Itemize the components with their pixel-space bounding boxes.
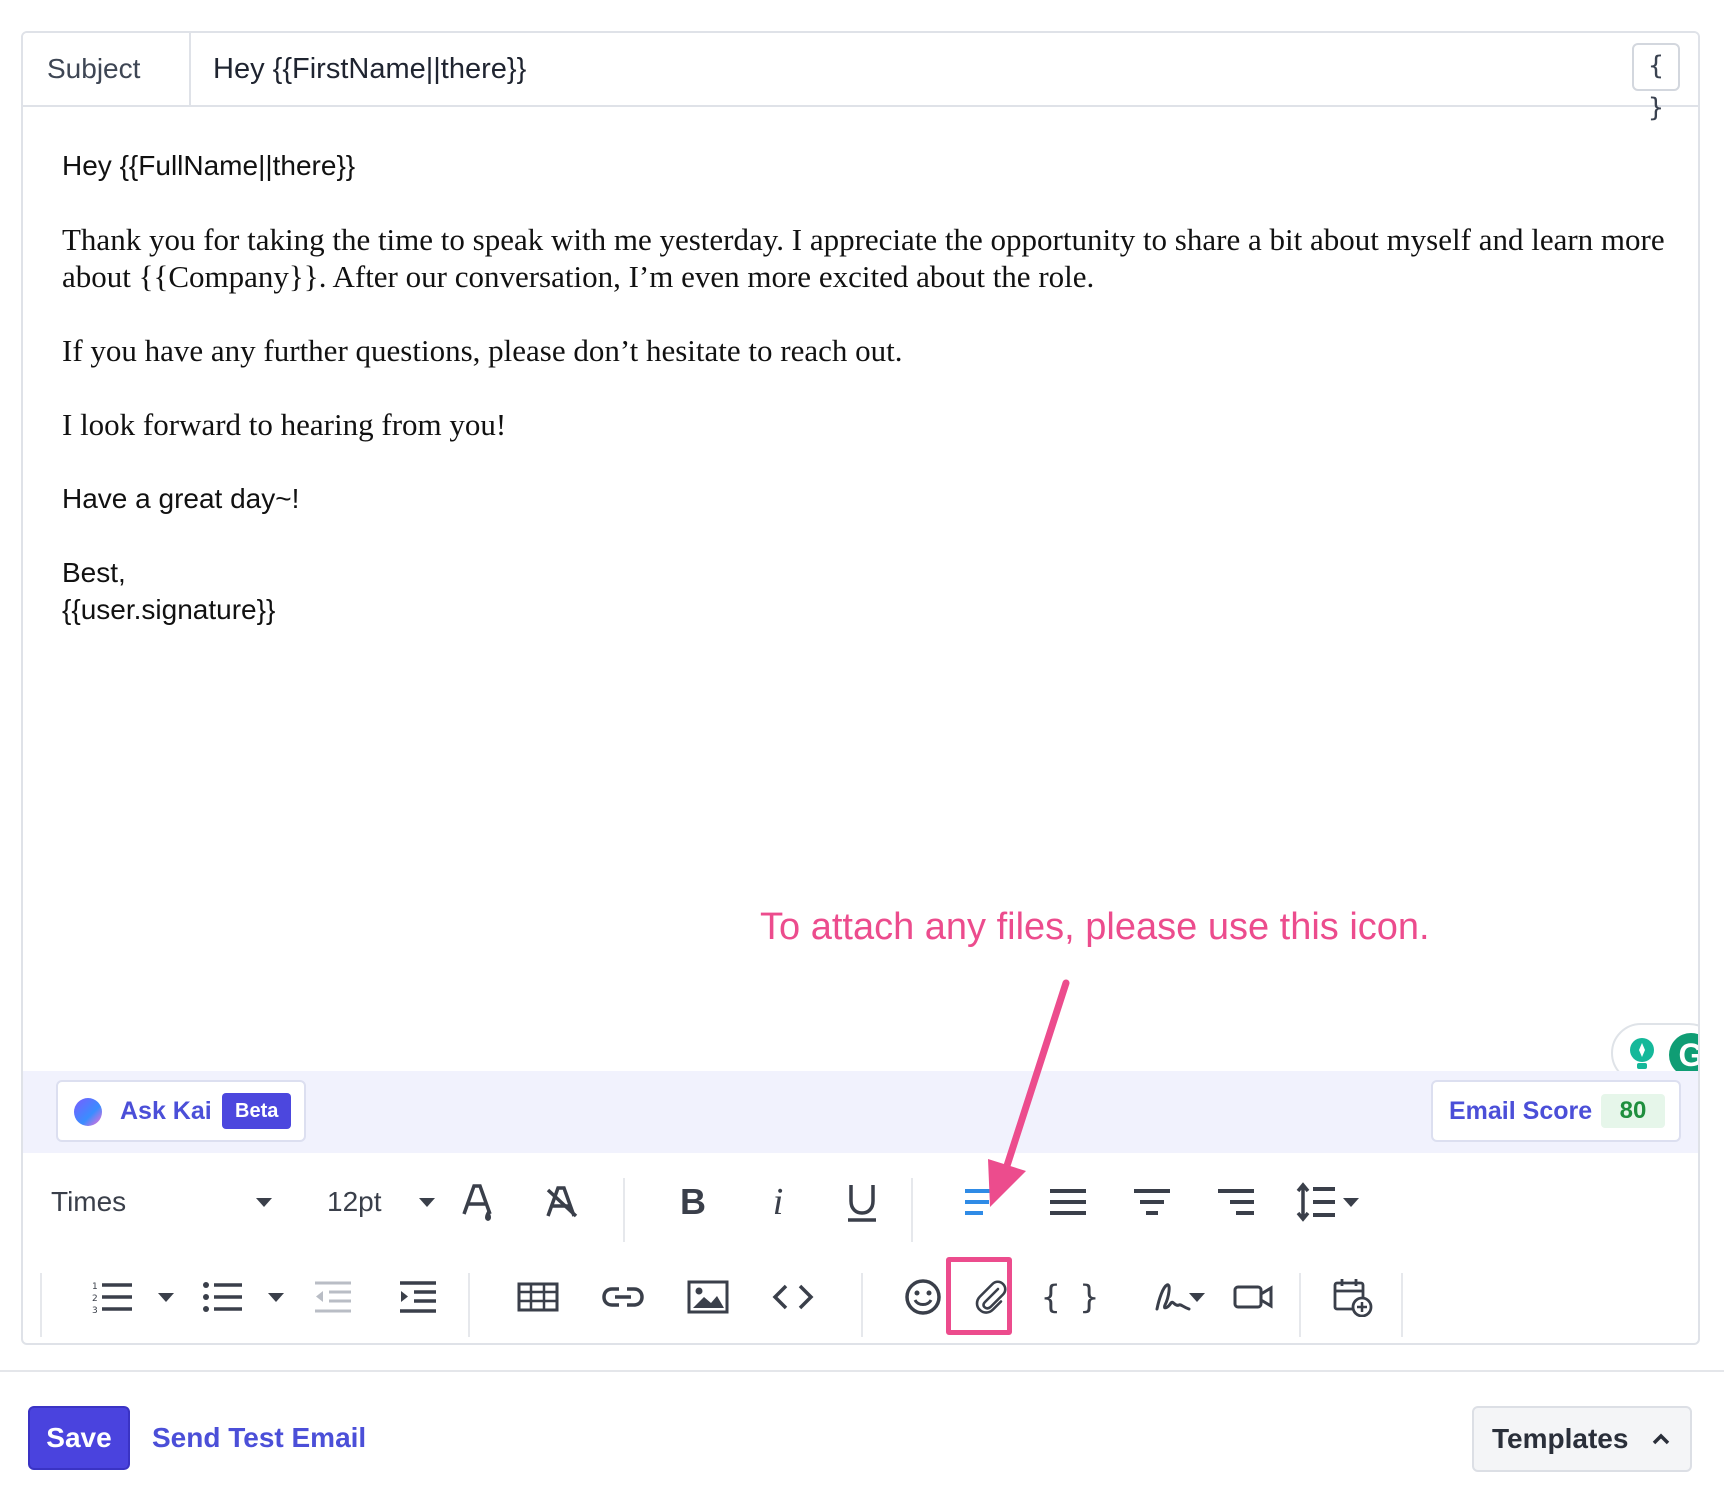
numbered-list-icon: 1 2 3 bbox=[92, 1282, 132, 1314]
underline-button[interactable] bbox=[832, 1154, 892, 1250]
chevron-down-icon bbox=[1189, 1293, 1205, 1302]
email-score-button[interactable]: Email Score 80 bbox=[1431, 1080, 1681, 1142]
signature-icon bbox=[1155, 1283, 1191, 1311]
insert-variable-button[interactable]: { } bbox=[1035, 1249, 1105, 1343]
ask-kai-button[interactable]: Ask Kai Beta bbox=[56, 1080, 306, 1142]
clear-format-icon bbox=[546, 1186, 578, 1218]
indent-icon bbox=[400, 1281, 436, 1313]
assistant-bar: Ask Kai Beta Email Score 80 bbox=[23, 1071, 1698, 1153]
font-size-value: 12pt bbox=[327, 1186, 382, 1217]
underline-icon bbox=[848, 1185, 876, 1222]
beta-badge: Beta bbox=[222, 1093, 292, 1129]
bold-icon: B bbox=[680, 1181, 706, 1222]
annotation-arrow-icon bbox=[988, 979, 1070, 1207]
footer-bar: Save Send Test Email Templates bbox=[0, 1370, 1724, 1500]
link-button[interactable] bbox=[583, 1249, 663, 1343]
email-editor: Subject { } Hey {{FullName||there}} Than… bbox=[21, 31, 1700, 1345]
line-height-button[interactable] bbox=[1285, 1154, 1359, 1250]
email-score-label: Email Score bbox=[1449, 1097, 1593, 1125]
subject-label: Subject bbox=[23, 33, 191, 105]
chevron-down-icon bbox=[268, 1293, 284, 1302]
image-icon bbox=[687, 1280, 729, 1314]
align-center-icon bbox=[1134, 1189, 1170, 1215]
italic-icon: i bbox=[772, 1181, 784, 1223]
save-button[interactable]: Save bbox=[28, 1406, 130, 1470]
outdent-icon bbox=[315, 1281, 351, 1313]
body-greeting: Hey {{FullName||there}} bbox=[62, 150, 356, 181]
chevron-down-icon bbox=[256, 1198, 272, 1207]
svg-text:3: 3 bbox=[92, 1306, 98, 1314]
chevron-down-icon bbox=[419, 1198, 435, 1207]
subject-variables-button[interactable]: { } bbox=[1632, 43, 1680, 123]
body-signature: {{user.signature}} bbox=[62, 594, 276, 625]
chevron-down-icon bbox=[158, 1293, 174, 1302]
body-closing: Best, bbox=[62, 557, 126, 588]
align-center-button[interactable] bbox=[1127, 1154, 1177, 1250]
align-right-icon bbox=[1218, 1189, 1254, 1215]
video-button[interactable] bbox=[1213, 1249, 1293, 1343]
italic-button[interactable]: i bbox=[748, 1154, 808, 1250]
emoji-icon bbox=[905, 1279, 941, 1315]
table-icon bbox=[517, 1282, 559, 1312]
kai-logo-icon bbox=[74, 1098, 102, 1126]
table-button[interactable] bbox=[498, 1249, 578, 1343]
font-size-select[interactable]: 12pt bbox=[323, 1154, 443, 1250]
font-family-select[interactable]: Times bbox=[33, 1154, 283, 1250]
braces-icon: { } bbox=[1041, 1278, 1099, 1316]
body-paragraph-3: I look forward to hearing from you! bbox=[62, 407, 507, 442]
text-color-button[interactable] bbox=[448, 1154, 508, 1250]
email-body[interactable]: Hey {{FullName||there}} Thank you for ta… bbox=[62, 147, 1672, 628]
text-color-icon bbox=[462, 1184, 492, 1221]
templates-label: Templates bbox=[1492, 1423, 1629, 1454]
bold-button[interactable]: B bbox=[663, 1154, 723, 1250]
clear-format-button[interactable] bbox=[532, 1154, 592, 1250]
numbered-list-button[interactable]: 1 2 3 bbox=[68, 1249, 174, 1343]
align-right-button[interactable] bbox=[1211, 1154, 1261, 1250]
calendar-add-icon bbox=[1333, 1279, 1373, 1317]
code-icon bbox=[772, 1284, 814, 1310]
link-icon bbox=[602, 1287, 644, 1307]
send-test-email-link[interactable]: Send Test Email bbox=[152, 1406, 366, 1470]
lightbulb-icon bbox=[1630, 1038, 1654, 1069]
body-paragraph-4: Have a great day~! bbox=[62, 483, 300, 514]
subject-input[interactable] bbox=[213, 33, 1493, 105]
body-paragraph-1: Thank you for taking the time to speak w… bbox=[62, 222, 1665, 294]
signature-button[interactable] bbox=[1133, 1249, 1213, 1343]
image-button[interactable] bbox=[668, 1249, 748, 1343]
bullet-list-button[interactable] bbox=[178, 1249, 284, 1343]
font-family-value: Times bbox=[51, 1186, 127, 1217]
body-paragraph-2: If you have any further questions, pleas… bbox=[62, 333, 903, 368]
code-button[interactable] bbox=[753, 1249, 833, 1343]
chevron-up-icon bbox=[1652, 1433, 1670, 1445]
ask-kai-label: Ask Kai bbox=[120, 1097, 212, 1125]
subject-row: Subject { } bbox=[23, 33, 1698, 123]
attach-hint-annotation: To attach any files, please use this ico… bbox=[760, 906, 1430, 948]
indent-button[interactable] bbox=[393, 1249, 443, 1343]
video-camera-icon bbox=[1233, 1285, 1273, 1309]
bullet-list-icon bbox=[203, 1282, 242, 1312]
toolbar-row-2: 1 2 3 {} bbox=[23, 1249, 1698, 1343]
svg-text:1: 1 bbox=[92, 1282, 98, 1292]
attach-highlight-box bbox=[946, 1257, 1012, 1335]
templates-button[interactable]: Templates bbox=[1472, 1406, 1692, 1472]
svg-text:2: 2 bbox=[92, 1294, 98, 1304]
chevron-down-icon bbox=[1343, 1198, 1359, 1207]
schedule-meeting-button[interactable] bbox=[1313, 1249, 1393, 1343]
outdent-button[interactable] bbox=[308, 1249, 358, 1343]
email-score-value: 80 bbox=[1601, 1094, 1665, 1128]
toolbar-row-1: Times 12pt B i bbox=[23, 1154, 1698, 1250]
line-height-icon bbox=[1296, 1182, 1335, 1222]
